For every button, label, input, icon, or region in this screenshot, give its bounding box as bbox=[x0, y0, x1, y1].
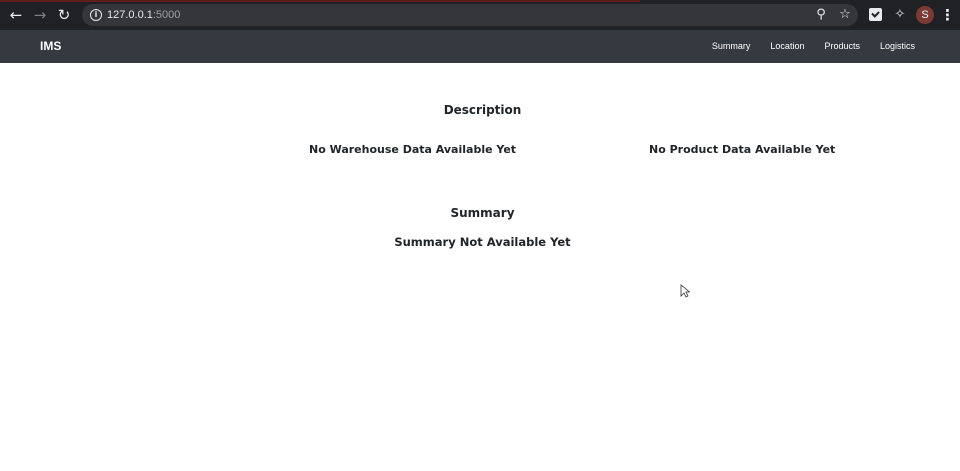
summary-heading: Summary bbox=[450, 206, 515, 220]
back-arrow-icon[interactable]: ← bbox=[7, 6, 25, 24]
address-bar[interactable]: i 127.0.0.1:5000 ⚲ ☆ bbox=[82, 4, 858, 26]
forward-arrow-icon[interactable]: → bbox=[31, 6, 49, 24]
tab-strip-edge bbox=[0, 0, 640, 2]
zoom-icon[interactable]: ⚲ bbox=[812, 6, 830, 24]
profile-avatar[interactable]: S bbox=[916, 6, 934, 24]
brand-logo[interactable]: IMS bbox=[40, 30, 61, 63]
nav-links: Summary Location Products Logistics bbox=[712, 30, 915, 63]
site-info-icon[interactable]: i bbox=[90, 9, 102, 21]
extensions-puzzle-icon[interactable]: ✧ bbox=[891, 6, 909, 24]
browser-toolbar: ← → ↻ i 127.0.0.1:5000 ⚲ ☆ ✧ S ⋮ bbox=[0, 0, 960, 31]
nav-link-logistics[interactable]: Logistics bbox=[880, 30, 915, 63]
bookmark-star-icon[interactable]: ☆ bbox=[836, 6, 854, 24]
pocket-extension-icon[interactable] bbox=[869, 8, 882, 21]
mouse-pointer-icon bbox=[680, 284, 690, 298]
reload-icon[interactable]: ↻ bbox=[55, 6, 73, 24]
nav-link-location[interactable]: Location bbox=[770, 30, 804, 63]
url-port: :5000 bbox=[152, 9, 181, 21]
nav-link-products[interactable]: Products bbox=[824, 30, 860, 63]
warehouse-empty-message: No Warehouse Data Available Yet bbox=[309, 143, 517, 156]
url-text[interactable]: 127.0.0.1:5000 bbox=[107, 7, 180, 23]
app-navbar: IMS Summary Location Products Logistics bbox=[0, 30, 960, 63]
description-heading: Description bbox=[443, 103, 522, 117]
url-host: 127.0.0.1 bbox=[107, 9, 153, 21]
summary-empty-message: Summary Not Available Yet bbox=[394, 235, 571, 249]
browser-menu-icon[interactable]: ⋮ bbox=[940, 6, 955, 24]
nav-link-summary[interactable]: Summary bbox=[712, 30, 751, 63]
product-empty-message: No Product Data Available Yet bbox=[649, 143, 836, 156]
